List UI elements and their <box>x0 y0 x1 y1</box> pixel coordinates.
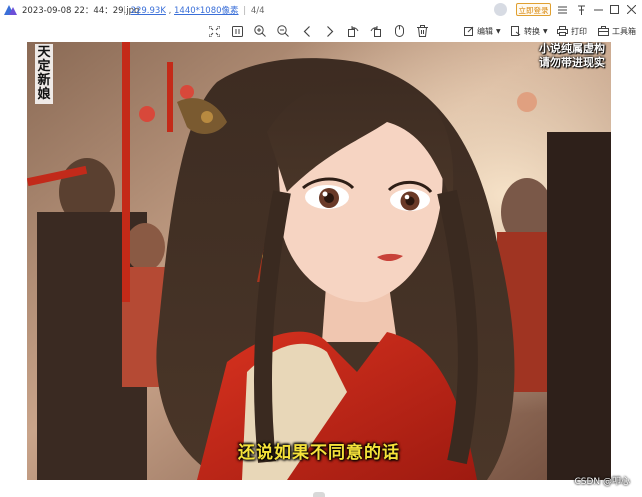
edit-button[interactable]: 编辑 ▼ <box>464 24 501 38</box>
print-label: 打印 <box>571 26 587 36</box>
vertical-title: 天定新娘 <box>35 44 53 104</box>
edit-label: 编辑 <box>477 26 493 36</box>
mouse-icon[interactable] <box>392 24 406 38</box>
image-canvas[interactable]: 天定新娘 小说纯属虚构 请勿带进现实 还说如果不同意的话 CSDN @叩心 <box>0 42 642 497</box>
printer-icon <box>557 26 568 36</box>
rotate-left-icon[interactable] <box>346 24 360 38</box>
previous-icon[interactable] <box>300 24 314 38</box>
zoom-out-icon[interactable] <box>276 24 290 38</box>
delete-icon[interactable] <box>415 24 429 38</box>
maximize-icon[interactable] <box>608 3 621 16</box>
separator: | <box>243 6 247 16</box>
watermark: CSDN @叩心 <box>574 477 630 487</box>
anime-illustration-image: 天定新娘 小说纯属虚构 请勿带进现实 还说如果不同意的话 <box>27 42 611 480</box>
title-bar: 2023-09-08 22：44：29.jpg | 229.93K , 1440… <box>0 0 642 20</box>
zoom-in-icon[interactable] <box>253 24 267 38</box>
toolbar: 编辑 ▼ 转换 ▼ 打印 工具箱 <box>0 20 642 42</box>
file-info: | 229.93K , 1440*1080像素 | 4/4 <box>121 4 265 16</box>
chevron-down-icon: ▼ <box>496 27 501 35</box>
next-icon[interactable] <box>323 24 337 38</box>
thumbnail-toggle-handle[interactable] <box>313 492 325 497</box>
toolbox-button[interactable]: 工具箱 <box>598 24 636 38</box>
edit-icon <box>464 26 474 36</box>
chevron-down-icon: ▼ <box>543 27 548 35</box>
fit-screen-icon[interactable] <box>207 24 221 38</box>
close-icon[interactable] <box>625 3 638 16</box>
actual-size-icon[interactable] <box>230 24 244 38</box>
comma: , <box>168 6 172 16</box>
file-size-link[interactable]: 229.93K <box>131 6 166 16</box>
disclaimer-line-2: 请勿带进现实 <box>539 56 605 69</box>
login-button[interactable]: 立即登录 <box>516 3 551 16</box>
rotate-right-icon[interactable] <box>369 24 383 38</box>
avatar[interactable] <box>494 3 507 16</box>
app-logo-icon <box>4 5 17 15</box>
toolbox-label: 工具箱 <box>612 26 636 36</box>
subtitle-caption: 还说如果不同意的话 <box>238 443 400 463</box>
convert-button[interactable]: 转换 ▼ <box>511 24 548 38</box>
minimize-icon[interactable] <box>592 3 605 16</box>
convert-icon <box>511 26 521 36</box>
separator: | <box>123 6 126 16</box>
convert-label: 转换 <box>524 26 540 36</box>
illustration-artwork <box>27 42 611 480</box>
page-index: 4/4 <box>250 6 265 16</box>
pin-icon[interactable] <box>575 3 588 16</box>
toolbox-icon <box>598 26 609 36</box>
image-viewer-window: 2023-09-08 22：44：29.jpg | 229.93K , 1440… <box>0 0 642 497</box>
disclaimer-text: 小说纯属虚构 请勿带进现实 <box>539 42 605 70</box>
print-button[interactable]: 打印 <box>557 24 587 38</box>
menu-icon[interactable] <box>556 3 569 16</box>
dimensions-link[interactable]: 1440*1080像素 <box>174 6 239 16</box>
disclaimer-line-1: 小说纯属虚构 <box>539 42 605 55</box>
